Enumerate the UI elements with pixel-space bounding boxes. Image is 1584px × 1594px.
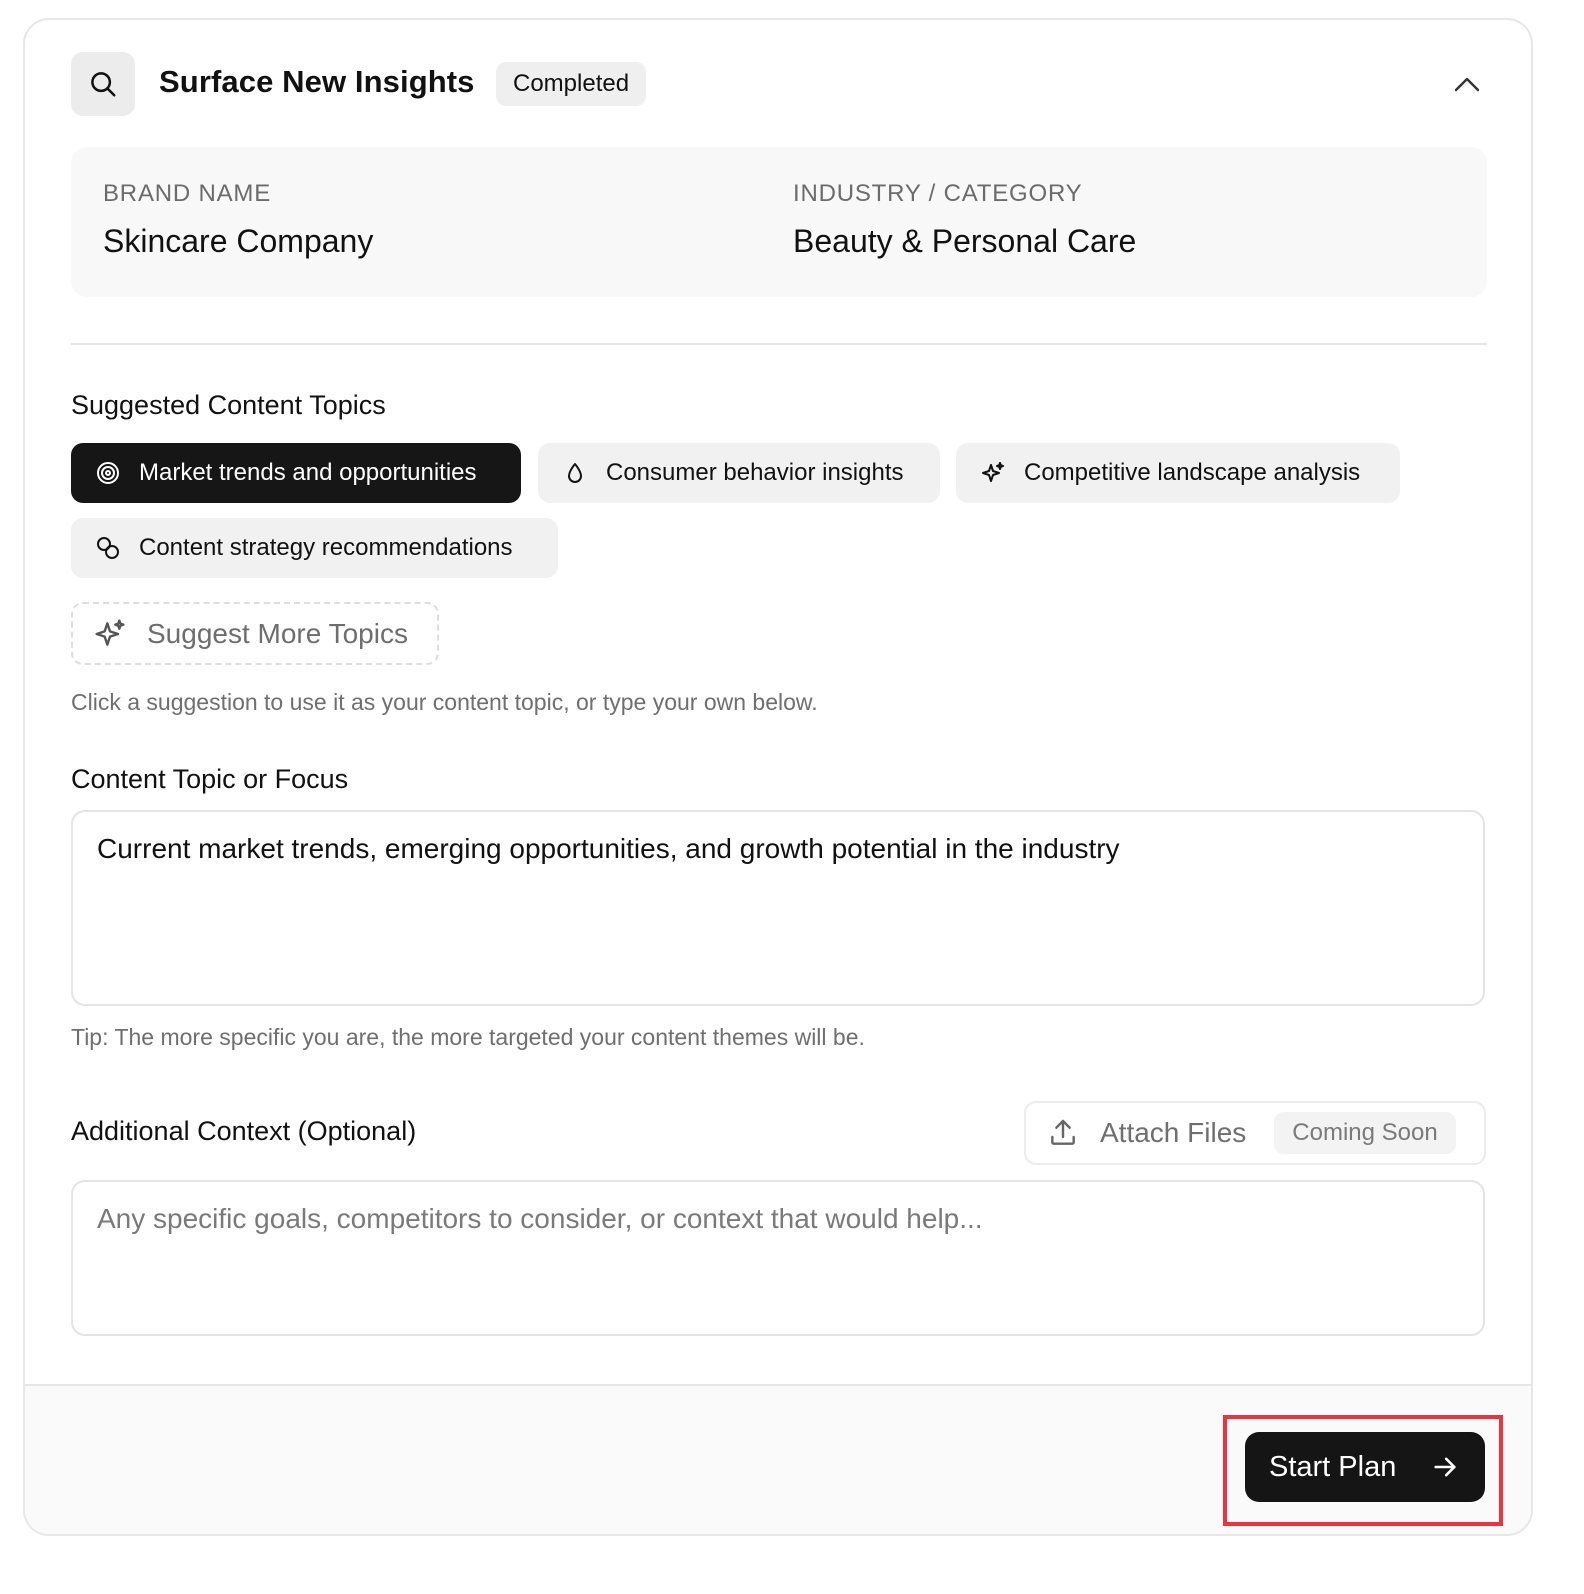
card-header: Surface New Insights Completed [71, 52, 1487, 116]
additional-context-input[interactable]: Any specific goals, competitors to consi… [71, 1180, 1485, 1336]
search-icon [71, 52, 135, 116]
industry-label: INDUSTRY / CATEGORY [793, 180, 1083, 207]
arrow-right-icon [1430, 1452, 1460, 1482]
page-title: Surface New Insights [159, 64, 475, 99]
suggest-more-label: Suggest More Topics [147, 617, 408, 649]
topic-chip-label: Consumer behavior insights [606, 459, 904, 486]
topics-heading: Suggested Content Topics [71, 390, 386, 420]
topic-chip-label: Market trends and opportunities [139, 459, 477, 486]
industry-value: Beauty & Personal Care [793, 223, 1137, 259]
additional-context-label: Additional Context (Optional) [71, 1116, 417, 1146]
sparkle-icon [93, 617, 127, 651]
content-topic-tip: Tip: The more specific you are, the more… [71, 1024, 865, 1050]
topic-chip-label: Content strategy recommendations [139, 534, 513, 561]
topics-hint: Click a suggestion to use it as your con… [71, 689, 818, 715]
chevron-up-icon[interactable] [1447, 66, 1487, 102]
status-badge: Completed [496, 62, 647, 106]
brand-name-value: Skincare Company [103, 223, 374, 259]
target-icon [95, 460, 121, 486]
start-plan-label: Start Plan [1269, 1450, 1397, 1483]
start-plan-button[interactable]: Start Plan [1245, 1432, 1485, 1502]
attach-files-button[interactable]: Attach Files Coming Soon [1024, 1101, 1486, 1165]
topic-chip-market-trends[interactable]: Market trends and opportunities [71, 443, 521, 503]
brand-name-label: BRAND NAME [103, 180, 272, 207]
topic-chip-label: Competitive landscape analysis [1024, 459, 1361, 486]
insights-card: Surface New Insights Completed BRAND NAM… [23, 18, 1533, 1536]
attach-files-label: Attach Files [1100, 1117, 1247, 1148]
topic-chip-content-strategy[interactable]: Content strategy recommendations [71, 518, 558, 578]
sparkle-icon [980, 460, 1006, 486]
divider [71, 343, 1487, 345]
coins-icon [95, 535, 121, 561]
content-topic-input[interactable]: Current market trends, emerging opportun… [71, 810, 1485, 1006]
topic-chip-consumer-behavior[interactable]: Consumer behavior insights [538, 443, 940, 503]
coming-soon-badge: Coming Soon [1274, 1112, 1456, 1154]
suggest-more-topics-button[interactable]: Suggest More Topics [71, 602, 439, 665]
upload-icon [1046, 1116, 1080, 1150]
topic-chip-competitive-landscape[interactable]: Competitive landscape analysis [956, 443, 1400, 503]
card-footer: Start Plan [25, 1384, 1531, 1534]
brand-summary: BRAND NAME Skincare Company INDUSTRY / C… [71, 147, 1487, 297]
droplet-icon [562, 460, 588, 486]
content-topic-label: Content Topic or Focus [71, 764, 349, 794]
